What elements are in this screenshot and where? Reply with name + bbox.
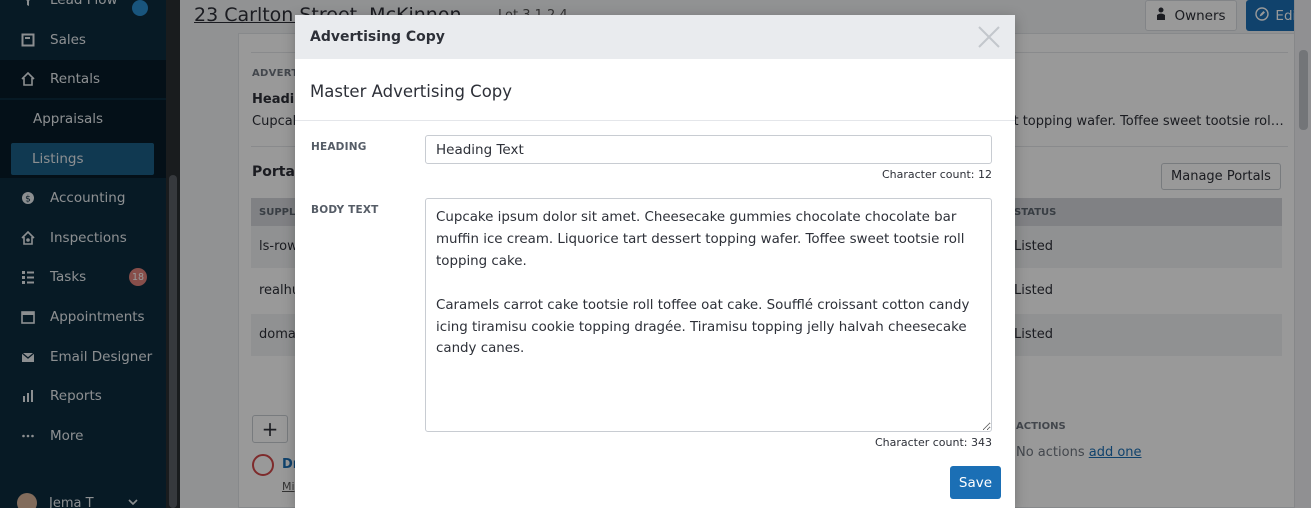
body-character-count: Character count: 343 [874,436,992,449]
body-text-label: BODY TEXT [311,204,379,216]
advertising-copy-modal: Advertising Copy Master Advertising Copy… [295,15,1015,508]
modal-subtitle: Master Advertising Copy [310,82,513,101]
body-text-input[interactable]: Cupcake ipsum dolor sit amet. Cheesecake… [425,198,992,432]
close-icon[interactable] [977,25,1001,49]
heading-input[interactable] [425,135,992,164]
divider [295,120,1015,121]
heading-label: HEADING [311,141,367,153]
save-button[interactable]: Save [950,466,1001,499]
modal-header: Advertising Copy [295,15,1015,59]
heading-character-count: Character count: 12 [881,168,992,181]
modal-title: Advertising Copy [310,29,445,45]
